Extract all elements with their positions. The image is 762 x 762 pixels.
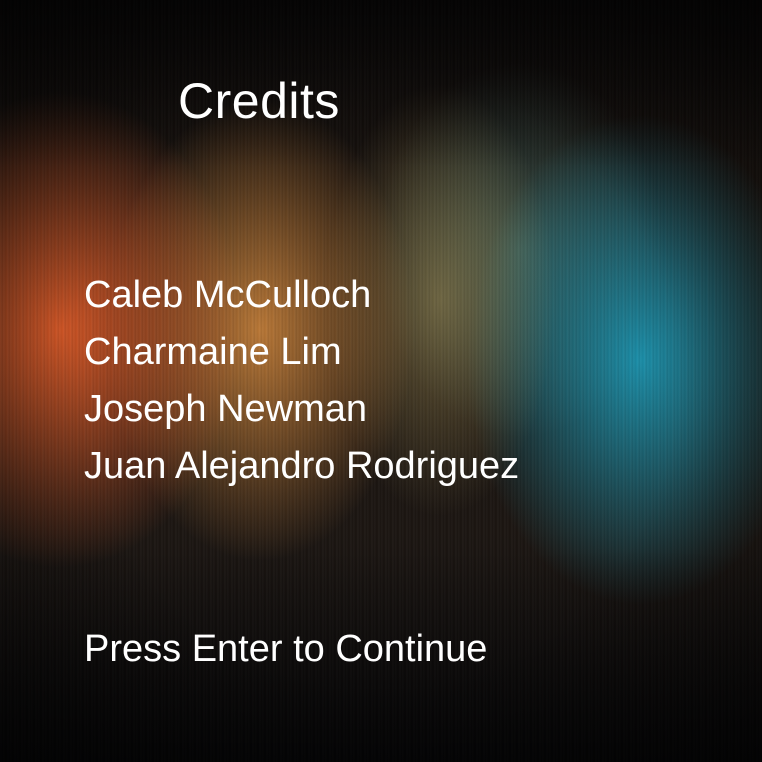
credit-name: Joseph Newman	[84, 388, 368, 430]
credit-name: Juan Alejandro Rodriguez	[84, 445, 520, 487]
credits-screen: Credits Caleb McCulloch Charmaine Lim Jo…	[0, 0, 762, 762]
continue-prompt[interactable]: Press Enter to Continue	[84, 630, 487, 668]
credits-title: Credits	[178, 73, 340, 129]
credit-name: Charmaine Lim	[84, 331, 342, 373]
credit-name: Caleb McCulloch	[84, 274, 372, 316]
credits-name-list: Caleb McCulloch Charmaine Lim Joseph New…	[84, 276, 519, 504]
